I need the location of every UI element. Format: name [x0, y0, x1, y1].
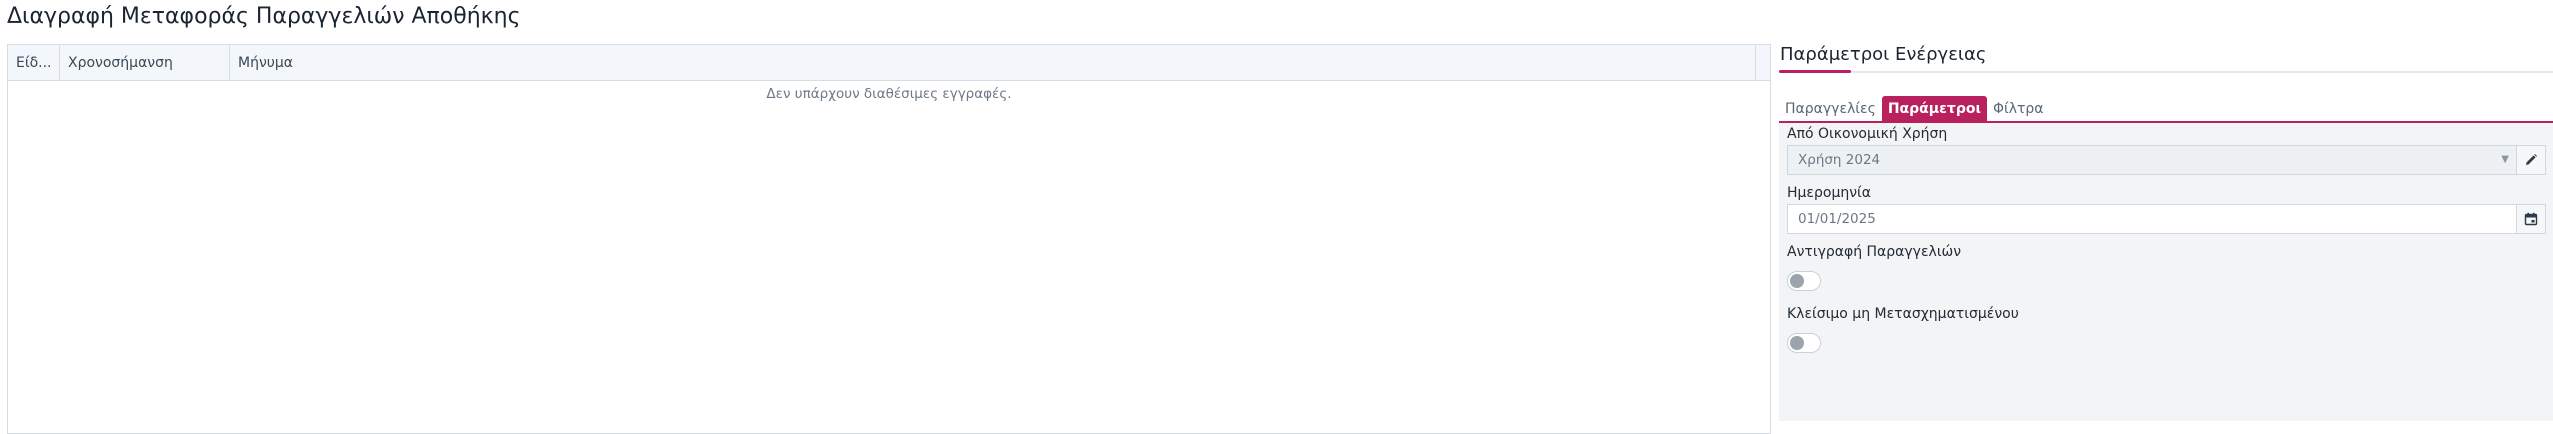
tab-orders[interactable]: Παραγγελίες [1779, 96, 1882, 121]
page-title: Διαγραφή Μεταφοράς Παραγγελιών Αποθήκης [7, 4, 521, 29]
panel-title: Παράμετροι Ενέργειας [1780, 44, 1987, 65]
chevron-down-icon[interactable]: ▼ [2501, 154, 2509, 165]
date-input[interactable]: 01/01/2025 [1787, 204, 2546, 234]
calendar-icon[interactable] [2516, 205, 2545, 233]
close-untransformed-toggle[interactable] [1787, 333, 1821, 353]
grid-header: Είδ... Χρονοσήμανση Μήνυμα [8, 45, 1770, 81]
column-header-spacer [1756, 45, 1770, 80]
tab-parameters[interactable]: Παράμετροι [1881, 96, 1987, 121]
panel-tabs: Παραγγελίες Παράμετροι Φίλτρα [1779, 94, 2553, 123]
toggle-knob [1790, 274, 1804, 288]
column-header-message[interactable]: Μήνυμα [230, 45, 1756, 80]
date-value: 01/01/2025 [1798, 211, 1876, 227]
copy-orders-label: Αντιγραφή Παραγγελιών [1787, 244, 1962, 260]
fiscal-year-value: Χρήση 2024 [1798, 152, 1881, 168]
grid-empty-message: Δεν υπάρχουν διαθέσιμες εγγραφές. [766, 86, 1012, 102]
close-untransformed-label: Κλείσιμο μη Μετασχηματισμένου [1787, 306, 2019, 322]
fiscal-year-label: Από Οικονομική Χρήση [1787, 126, 1948, 142]
column-header-timestamp[interactable]: Χρονοσήμανση [60, 45, 230, 80]
panel-title-divider [1779, 71, 2553, 73]
column-header-type[interactable]: Είδ... [8, 45, 60, 80]
panel-title-accent [1779, 70, 1851, 73]
fiscal-year-select[interactable]: Χρήση 2024 ▼ [1787, 145, 2546, 175]
toggle-knob [1790, 336, 1804, 350]
action-parameters-panel: Παράμετροι Ενέργειας Παραγγελίες Παράμετ… [1779, 44, 2553, 421]
copy-orders-toggle[interactable] [1787, 271, 1821, 291]
date-label: Ημερομηνία [1787, 185, 1872, 201]
edit-icon[interactable] [2516, 146, 2545, 174]
parameters-form: Από Οικονομική Χρήση Χρήση 2024 ▼ Ημερομ… [1779, 123, 2553, 421]
tab-filters[interactable]: Φίλτρα [1987, 96, 2050, 121]
log-grid: Είδ... Χρονοσήμανση Μήνυμα Δεν υπάρχουν … [7, 44, 1771, 434]
